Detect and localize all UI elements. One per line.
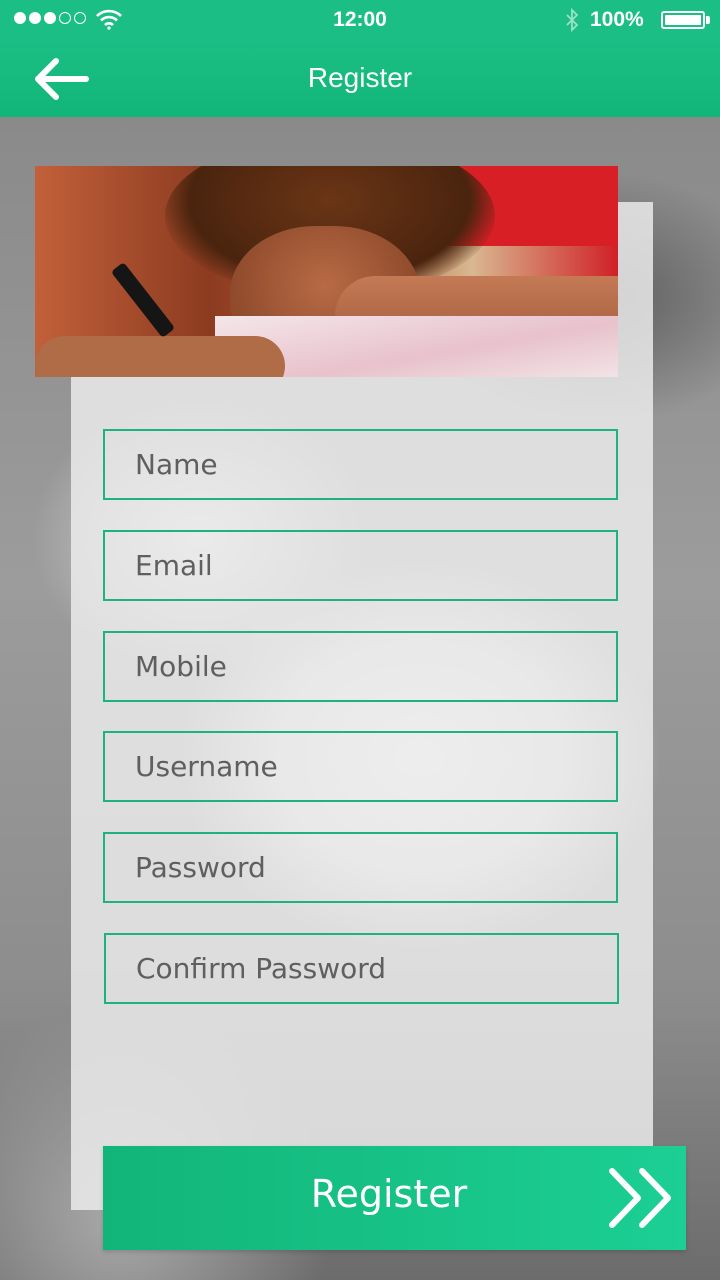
bluetooth-icon xyxy=(566,8,579,32)
status-bar: 12:00 100% xyxy=(0,0,720,40)
battery-icon xyxy=(661,11,705,29)
double-chevron-right-icon xyxy=(609,1168,671,1228)
name-field[interactable] xyxy=(103,429,618,500)
password-field[interactable] xyxy=(103,832,618,903)
battery-percent: 100% xyxy=(590,8,644,31)
page-title: Register xyxy=(307,62,413,93)
app-header: Register xyxy=(0,40,720,117)
mobile-field[interactable] xyxy=(103,631,618,702)
register-button[interactable]: Register xyxy=(103,1146,686,1250)
confirm-password-field[interactable] xyxy=(104,933,619,1004)
username-field[interactable] xyxy=(103,731,618,802)
email-field[interactable] xyxy=(103,530,618,601)
child-drawing-photo xyxy=(35,166,618,377)
register-button-label: Register xyxy=(310,1172,468,1216)
